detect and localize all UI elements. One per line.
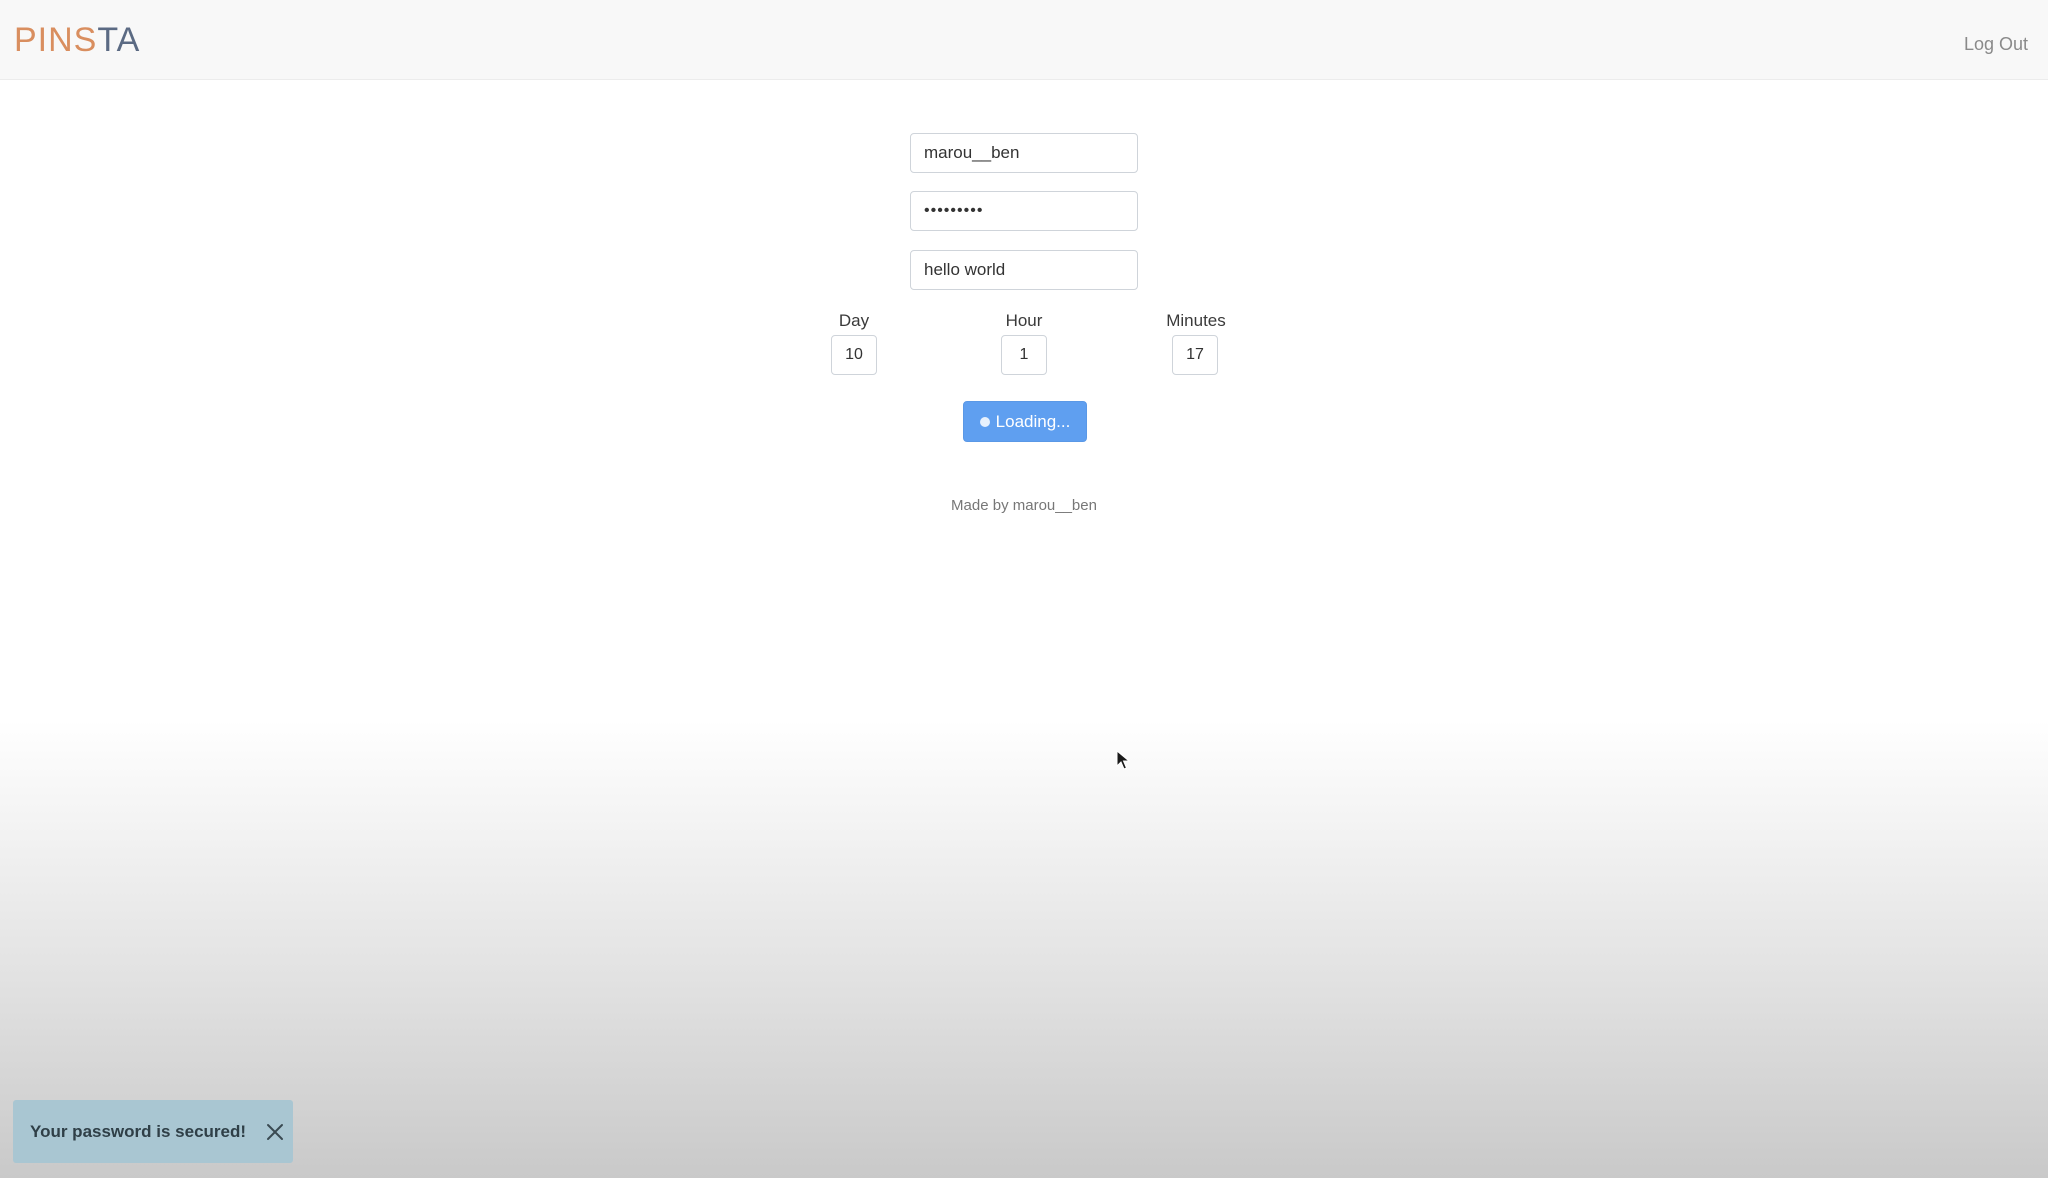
hour-input[interactable]: 1 bbox=[1001, 335, 1047, 375]
password-input[interactable]: ••••••••• bbox=[910, 191, 1138, 231]
submit-button[interactable]: Loading... bbox=[963, 401, 1087, 442]
hour-label: Hour bbox=[1005, 311, 1043, 330]
brand-logo-part2: TA bbox=[97, 21, 141, 59]
message-input[interactable]: hello world bbox=[910, 250, 1138, 290]
brand-logo-part1: PINS bbox=[14, 21, 98, 59]
day-input[interactable]: 10 bbox=[831, 335, 877, 375]
brand-logo[interactable]: PINSTA bbox=[14, 20, 140, 60]
toast-message: Your password is secured! bbox=[30, 1122, 247, 1141]
close-icon[interactable] bbox=[265, 1122, 285, 1142]
minutes-input[interactable]: 17 bbox=[1172, 335, 1218, 375]
footer-credit: Made by marou__ben bbox=[951, 497, 1097, 514]
page: PINSTA Log Out marou__ben ••••••••• hell… bbox=[0, 0, 2048, 1178]
mouse-pointer-icon bbox=[1116, 750, 1130, 770]
spinner-icon bbox=[979, 417, 990, 427]
submit-button-label: Loading... bbox=[995, 412, 1071, 431]
username-input[interactable]: marou__ben bbox=[910, 133, 1138, 173]
day-label: Day bbox=[838, 311, 870, 330]
navbar: PINSTA Log Out bbox=[0, 0, 2048, 80]
minutes-label: Minutes bbox=[1166, 311, 1226, 330]
logout-link[interactable]: Log Out bbox=[1964, 33, 2028, 55]
toast-notification: Your password is secured! bbox=[13, 1100, 293, 1163]
